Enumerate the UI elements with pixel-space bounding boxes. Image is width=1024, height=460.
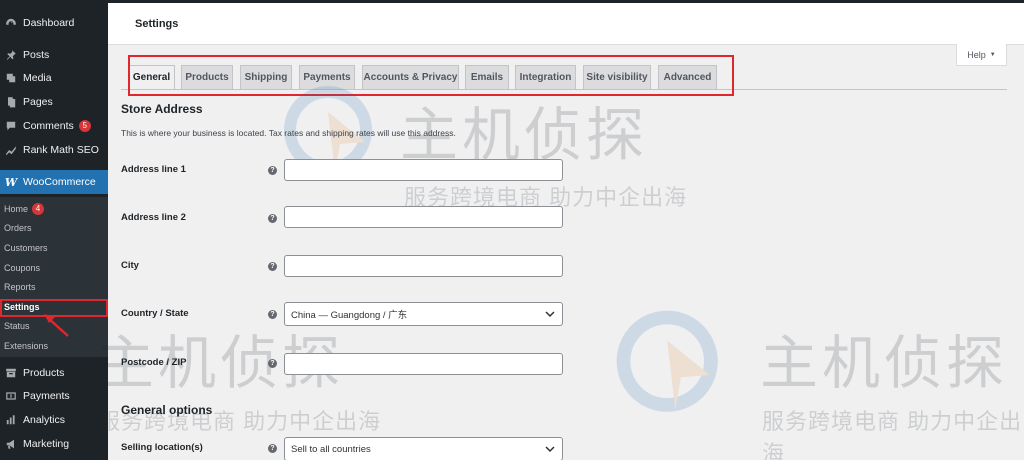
help-label: Help — [967, 49, 986, 60]
sidebar-item-dashboard[interactable]: Dashboard — [0, 12, 108, 34]
sidebar-item-label: Payments — [23, 390, 70, 402]
watermark-tagline: 服务跨境电商 助力中企出海 — [762, 409, 1023, 460]
submenu-item-customers[interactable]: Customers — [4, 240, 48, 256]
megaphone-icon — [4, 437, 18, 451]
sidebar-item-analytics[interactable]: Analytics — [0, 409, 108, 431]
submenu-item-home[interactable]: Home 4 — [4, 201, 45, 217]
address-line-2-input[interactable] — [284, 206, 563, 228]
pin-icon — [4, 48, 18, 62]
help-tip-icon[interactable]: ? — [268, 444, 277, 453]
pages-icon — [4, 95, 18, 109]
submenu-item-status[interactable]: Status — [4, 318, 30, 334]
chart-icon — [4, 143, 18, 157]
sidebar-item-rank-math[interactable]: Rank Math SEO — [0, 139, 108, 161]
page-title: Settings — [135, 18, 179, 30]
postcode-label: Postcode / ZIP — [121, 357, 187, 368]
caret-down-icon: ▼ — [989, 51, 996, 58]
sidebar-item-label: Marketing — [23, 438, 70, 450]
address-line-1-label: Address line 1 — [121, 164, 186, 175]
submenu-label: Home — [4, 204, 29, 214]
submenu-item-coupons[interactable]: Coupons — [4, 260, 40, 276]
watermark-right — [612, 306, 727, 426]
chevron-down-icon — [545, 311, 555, 318]
sidebar-item-label: Pages — [23, 96, 53, 108]
store-address-heading: Store Address — [121, 102, 203, 116]
sidebar-item-label: Posts — [23, 49, 50, 61]
sidebar-item-label: Dashboard — [23, 17, 75, 29]
help-tip-icon[interactable]: ? — [268, 359, 277, 368]
help-tip-icon[interactable]: ? — [268, 310, 277, 319]
arrow-annotation-icon — [44, 314, 69, 337]
address-line-2-label: Address line 2 — [121, 212, 186, 223]
store-address-description: This is where your business is located. … — [121, 128, 456, 138]
bar-chart-icon — [4, 413, 18, 427]
sidebar-item-products[interactable]: Products — [0, 362, 108, 384]
selling-location-value: Sell to all countries — [291, 443, 371, 455]
comment-icon — [4, 119, 18, 133]
home-count-badge: 4 — [32, 203, 45, 215]
help-tip-icon[interactable]: ? — [268, 214, 277, 223]
media-icon — [4, 71, 18, 85]
dollar-icon — [4, 389, 18, 403]
country-state-select[interactable]: China — Guangdong / 广东 — [284, 302, 563, 326]
woo-icon: W — [4, 175, 18, 189]
submenu-item-extensions[interactable]: Extensions — [4, 338, 48, 354]
help-tip-icon[interactable]: ? — [268, 262, 277, 271]
tabs-highlight-box — [128, 55, 734, 96]
sidebar-item-pages[interactable]: Pages — [0, 91, 108, 113]
sidebar-item-label: Media — [23, 72, 52, 84]
sidebar-item-comments[interactable]: Comments 5 — [0, 115, 108, 137]
page-header: Settings — [108, 3, 1024, 45]
sidebar-item-label: WooCommerce — [23, 176, 96, 188]
country-state-label: Country / State — [121, 308, 189, 319]
sidebar-item-woocommerce[interactable]: W WooCommerce — [0, 170, 108, 194]
sidebar-item-payments[interactable]: Payments — [0, 385, 108, 407]
city-label: City — [121, 260, 139, 271]
sidebar-item-posts[interactable]: Posts — [0, 44, 108, 66]
city-input[interactable] — [284, 255, 563, 277]
archive-icon — [4, 366, 18, 380]
submenu-item-reports[interactable]: Reports — [4, 279, 36, 295]
watermark-logo-text: 主机侦探 — [760, 331, 1009, 396]
comments-count-badge: 5 — [78, 120, 91, 132]
selling-location-label: Selling location(s) — [121, 442, 203, 453]
admin-sidebar: Dashboard Posts Media Pages Comments 5 R… — [0, 0, 108, 460]
address-line-1-input[interactable] — [284, 159, 563, 181]
sidebar-item-label: Rank Math SEO — [23, 144, 99, 156]
submenu-item-orders[interactable]: Orders — [4, 220, 32, 236]
postcode-input[interactable] — [284, 353, 563, 375]
help-button[interactable]: Help ▼ — [956, 44, 1007, 66]
sidebar-item-label: Comments — [23, 120, 74, 132]
sidebar-item-marketing[interactable]: Marketing — [0, 433, 108, 455]
sidebar-item-media[interactable]: Media — [0, 67, 108, 89]
selling-location-select[interactable]: Sell to all countries — [284, 437, 563, 460]
general-options-heading: General options — [121, 403, 213, 417]
sidebar-item-label: Products — [23, 367, 65, 379]
help-tip-icon[interactable]: ? — [268, 166, 277, 175]
country-state-value: China — Guangdong / 广东 — [291, 310, 408, 321]
dashboard-icon — [4, 16, 18, 30]
chevron-down-icon — [545, 446, 555, 453]
watermark-logo-icon — [616, 310, 718, 412]
sidebar-item-label: Analytics — [23, 414, 66, 426]
